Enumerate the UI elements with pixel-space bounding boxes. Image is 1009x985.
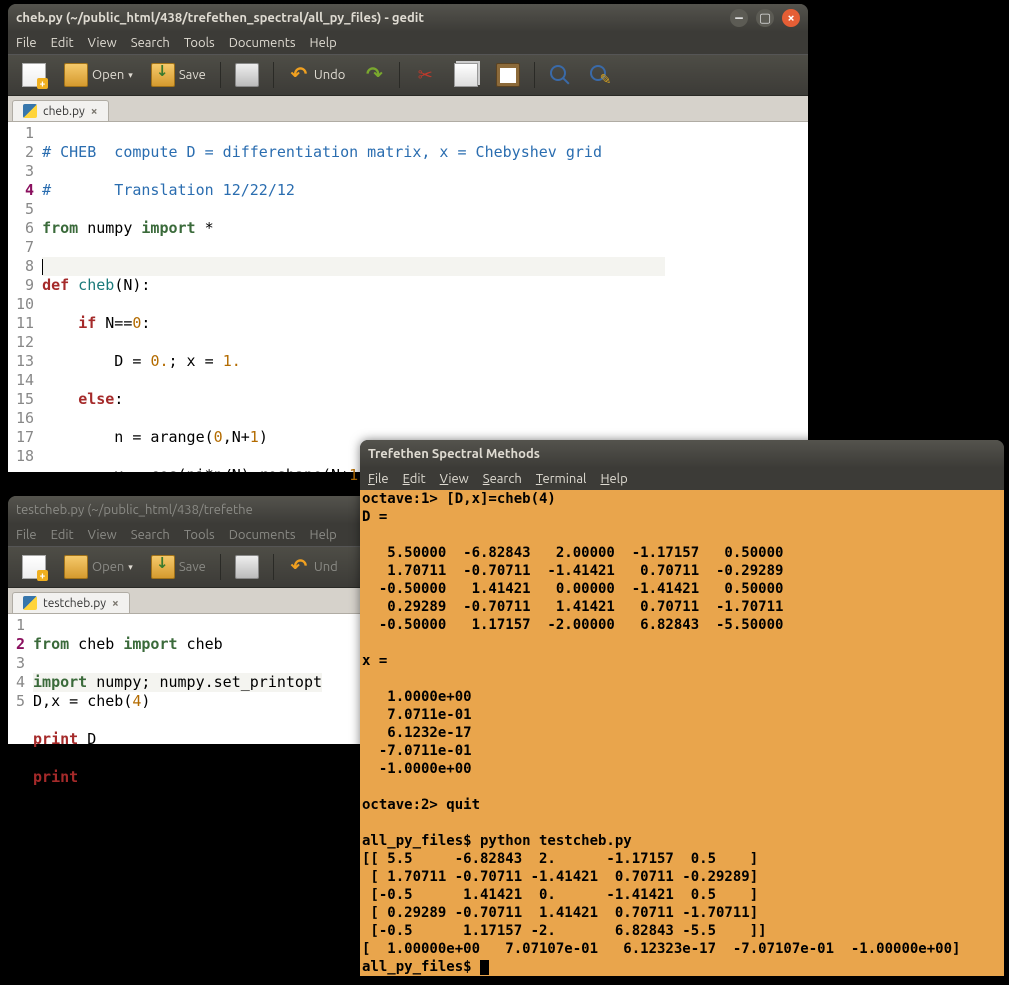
menubar: File Edit View Search Terminal Help xyxy=(360,468,1004,490)
tab-label: testcheb.py xyxy=(43,597,106,610)
replace-button[interactable] xyxy=(583,60,617,90)
copy-icon xyxy=(454,63,478,87)
python-file-icon xyxy=(23,596,37,610)
maximize-icon[interactable]: ▢ xyxy=(756,9,774,27)
tab-close-icon[interactable]: × xyxy=(112,597,119,610)
separator xyxy=(220,62,221,88)
redo-button[interactable]: ↷ xyxy=(357,60,391,90)
line-number-gutter: 1 2 3 4 5 6 7 8 9 10 11 12 13 14 15 16 1… xyxy=(8,122,40,472)
menu-tools[interactable]: Tools xyxy=(184,36,215,50)
open-button[interactable]: Open ▾ xyxy=(58,59,139,91)
chevron-down-icon[interactable]: ▾ xyxy=(128,70,133,81)
new-button[interactable] xyxy=(16,59,52,91)
undo-button[interactable]: ↶ Und xyxy=(282,552,344,582)
print-icon xyxy=(235,555,259,579)
terminal-output[interactable]: octave:1> [D,x]=cheb(4) D = 5.50000 -6.8… xyxy=(360,490,1004,976)
menu-documents[interactable]: Documents xyxy=(229,36,296,50)
find-replace-icon xyxy=(589,64,611,86)
code-editor[interactable]: 1 2 3 4 5 6 7 8 9 10 11 12 13 14 15 16 1… xyxy=(8,122,808,472)
terminal-cursor xyxy=(480,960,489,975)
paste-button[interactable] xyxy=(490,59,526,91)
menu-view[interactable]: View xyxy=(88,36,117,50)
python-file-icon xyxy=(23,104,37,118)
gedit-window-1: cheb.py (~/public_html/438/trefethen_spe… xyxy=(8,4,808,472)
undo-label: Undo xyxy=(314,68,346,82)
terminal-window: Trefethen Spectral Methods File Edit Vie… xyxy=(360,440,1004,976)
menu-file[interactable]: File xyxy=(368,472,389,486)
titlebar[interactable]: Trefethen Spectral Methods xyxy=(360,440,1004,468)
menu-view[interactable]: View xyxy=(88,528,117,542)
separator xyxy=(273,62,274,88)
save-button[interactable]: Save xyxy=(145,59,212,91)
save-button[interactable]: Save xyxy=(145,551,212,583)
menu-terminal[interactable]: Terminal xyxy=(536,472,587,486)
terminal-text: octave:1> [D,x]=cheb(4) D = 5.50000 -6.8… xyxy=(362,491,960,975)
window-title: testcheb.py (~/public_html/438/trefethe xyxy=(16,503,253,517)
tab-bar: cheb.py × xyxy=(8,96,808,122)
search-icon xyxy=(549,64,571,86)
titlebar[interactable]: cheb.py (~/public_html/438/trefethen_spe… xyxy=(8,4,808,32)
minimize-icon[interactable]: ‒ xyxy=(730,9,748,27)
menu-help[interactable]: Help xyxy=(310,36,337,50)
undo-icon: ↶ xyxy=(288,64,310,86)
redo-icon: ↷ xyxy=(363,64,385,86)
tab-label: cheb.py xyxy=(43,105,85,118)
cut-button[interactable]: ✂ xyxy=(408,60,442,90)
save-label: Save xyxy=(179,68,206,82)
menu-edit[interactable]: Edit xyxy=(51,36,74,50)
menu-edit[interactable]: Edit xyxy=(403,472,426,486)
undo-label: Und xyxy=(314,560,338,574)
open-folder-icon xyxy=(64,63,88,87)
menu-help[interactable]: Help xyxy=(600,472,627,486)
undo-button[interactable]: ↶ Undo xyxy=(282,60,352,90)
open-button[interactable]: Open ▾ xyxy=(58,551,139,583)
separator xyxy=(273,554,274,580)
separator xyxy=(220,554,221,580)
save-icon xyxy=(151,555,175,579)
code-area[interactable]: from cheb import cheb import numpy; nump… xyxy=(31,614,328,744)
text-cursor xyxy=(42,259,43,275)
new-file-icon xyxy=(22,63,46,87)
window-title: cheb.py (~/public_html/438/trefethen_spe… xyxy=(16,11,424,25)
separator xyxy=(399,62,400,88)
copy-button[interactable] xyxy=(448,59,484,91)
print-button[interactable] xyxy=(229,551,265,583)
save-icon xyxy=(151,63,175,87)
tab-testcheb[interactable]: testcheb.py × xyxy=(12,592,130,613)
line-number-gutter: 1 2 3 4 5 xyxy=(8,614,31,744)
new-button[interactable] xyxy=(16,551,52,583)
cut-icon: ✂ xyxy=(414,64,436,86)
open-label: Open xyxy=(92,560,124,574)
open-folder-icon xyxy=(64,555,88,579)
menu-file[interactable]: File xyxy=(16,528,37,542)
menu-help[interactable]: Help xyxy=(310,528,337,542)
tab-cheb[interactable]: cheb.py × xyxy=(12,100,109,121)
menu-edit[interactable]: Edit xyxy=(51,528,74,542)
menu-tools[interactable]: Tools xyxy=(184,528,215,542)
close-icon[interactable]: × xyxy=(782,9,800,27)
open-label: Open xyxy=(92,68,124,82)
menu-view[interactable]: View xyxy=(440,472,469,486)
menubar: File Edit View Search Tools Documents He… xyxy=(8,32,808,54)
separator xyxy=(534,62,535,88)
print-icon xyxy=(235,63,259,87)
find-button[interactable] xyxy=(543,60,577,90)
toolbar: Open ▾ Save ↶ Undo ↷ ✂ xyxy=(8,54,808,96)
window-title: Trefethen Spectral Methods xyxy=(368,447,540,461)
menu-search[interactable]: Search xyxy=(483,472,522,486)
menu-search[interactable]: Search xyxy=(131,528,170,542)
chevron-down-icon[interactable]: ▾ xyxy=(128,562,133,573)
new-file-icon xyxy=(22,555,46,579)
menu-documents[interactable]: Documents xyxy=(229,528,296,542)
print-button[interactable] xyxy=(229,59,265,91)
code-area[interactable]: # CHEB compute D = differentiation matri… xyxy=(40,122,671,472)
tab-close-icon[interactable]: × xyxy=(91,105,98,118)
paste-icon xyxy=(496,63,520,87)
menu-search[interactable]: Search xyxy=(131,36,170,50)
undo-icon: ↶ xyxy=(288,556,310,578)
save-label: Save xyxy=(179,560,206,574)
menu-file[interactable]: File xyxy=(16,36,37,50)
